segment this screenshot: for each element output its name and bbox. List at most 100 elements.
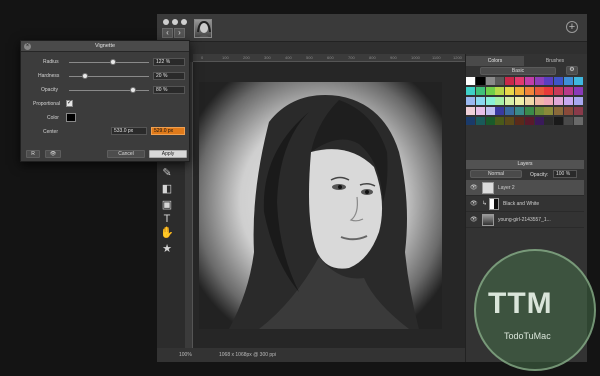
color-swatch[interactable] — [534, 77, 544, 85]
opacity-input[interactable]: 80 % — [153, 86, 185, 94]
color-swatch[interactable] — [524, 87, 534, 95]
color-swatch[interactable] — [466, 87, 475, 95]
color-swatch[interactable] — [495, 97, 505, 105]
color-swatch[interactable] — [564, 77, 573, 85]
center-y-input[interactable]: 529.0 px — [151, 127, 185, 135]
color-swatch[interactable] — [573, 107, 583, 115]
opacity-slider-knob[interactable] — [130, 87, 136, 93]
visibility-eye-icon[interactable]: 👁 — [470, 196, 478, 212]
color-swatch[interactable] — [534, 87, 544, 95]
window-minimize-dot[interactable] — [172, 19, 178, 25]
color-swatch[interactable] — [544, 107, 554, 115]
color-swatch[interactable] — [544, 117, 554, 125]
visibility-eye-icon[interactable]: 👁 — [470, 212, 478, 228]
color-swatch[interactable] — [485, 107, 495, 115]
color-swatch[interactable] — [515, 87, 524, 95]
radius-slider[interactable] — [69, 62, 149, 63]
color-swatch[interactable] — [485, 87, 495, 95]
color-swatch[interactable] — [485, 77, 495, 85]
color-well[interactable] — [66, 113, 76, 122]
visibility-eye-icon[interactable]: 👁 — [470, 180, 478, 196]
color-swatch[interactable] — [524, 97, 534, 105]
paint-bucket-icon[interactable]: ◧ — [160, 182, 174, 196]
color-swatch[interactable] — [573, 97, 583, 105]
layer-opacity-input[interactable]: 100 % — [553, 170, 577, 178]
layer-row-layer-2[interactable]: 👁 Layer 2 — [466, 180, 584, 196]
radius-input[interactable]: 122 % — [153, 58, 185, 66]
color-swatch[interactable] — [573, 77, 583, 85]
color-swatch[interactable] — [554, 87, 564, 95]
color-swatch[interactable] — [485, 97, 495, 105]
proportional-checkbox[interactable]: ✓ — [66, 100, 73, 107]
radius-slider-knob[interactable] — [110, 59, 116, 65]
color-swatch[interactable] — [524, 107, 534, 115]
color-swatch[interactable] — [534, 97, 544, 105]
color-swatch[interactable] — [466, 77, 475, 85]
tab-brushes[interactable]: Brushes — [526, 56, 584, 66]
color-swatch[interactable] — [475, 117, 485, 125]
color-swatch[interactable] — [544, 77, 554, 85]
color-swatch[interactable] — [544, 87, 554, 95]
opacity-slider[interactable] — [69, 90, 149, 91]
color-swatch[interactable] — [564, 107, 573, 115]
palette-settings-gear-icon[interactable]: ⚙ — [566, 66, 578, 75]
shape-star-icon[interactable]: ★ — [160, 242, 174, 256]
layer-row-black-and-white[interactable]: 👁 ↳ Black and White — [466, 196, 584, 212]
color-swatch[interactable] — [505, 117, 515, 125]
photo-canvas[interactable] — [199, 82, 442, 329]
add-document-button[interactable]: + — [566, 21, 578, 33]
color-swatch[interactable] — [554, 117, 564, 125]
zoom-level[interactable]: 100% — [179, 352, 192, 358]
tab-colors[interactable]: Colors — [466, 56, 524, 66]
color-swatch[interactable] — [534, 107, 544, 115]
color-swatch[interactable] — [505, 77, 515, 85]
apply-button[interactable]: Apply — [149, 150, 187, 158]
color-swatch[interactable] — [515, 77, 524, 85]
text-tool-icon[interactable]: T — [160, 212, 174, 226]
color-swatch[interactable] — [564, 97, 573, 105]
back-button[interactable]: ‹ — [162, 28, 173, 38]
cancel-button[interactable]: Cancel — [107, 150, 145, 158]
document-thumbnail[interactable] — [194, 19, 212, 38]
preview-eye-icon[interactable]: 👁 — [45, 150, 61, 158]
color-swatch[interactable] — [475, 97, 485, 105]
color-swatch[interactable] — [495, 77, 505, 85]
color-swatch[interactable] — [475, 77, 485, 85]
window-close-dot[interactable] — [163, 19, 169, 25]
hardness-slider[interactable] — [69, 76, 149, 77]
color-swatch[interactable] — [564, 117, 573, 125]
blend-mode-select[interactable]: Normal — [470, 170, 522, 178]
color-swatch[interactable] — [524, 77, 534, 85]
color-swatch[interactable] — [515, 97, 524, 105]
color-swatch[interactable] — [466, 107, 475, 115]
color-swatch[interactable] — [515, 117, 524, 125]
color-swatch[interactable] — [554, 107, 564, 115]
color-swatch[interactable] — [534, 117, 544, 125]
color-swatch[interactable] — [573, 117, 583, 125]
color-swatch[interactable] — [485, 117, 495, 125]
palette-select[interactable]: Basic — [480, 67, 556, 75]
color-swatch[interactable] — [505, 107, 515, 115]
color-swatch[interactable] — [564, 87, 573, 95]
color-swatch[interactable] — [495, 87, 505, 95]
color-swatch[interactable] — [554, 97, 564, 105]
color-swatch[interactable] — [573, 87, 583, 95]
color-swatch[interactable] — [475, 107, 485, 115]
color-swatch[interactable] — [554, 77, 564, 85]
color-swatch[interactable] — [505, 97, 515, 105]
color-swatch[interactable] — [524, 117, 534, 125]
center-x-input[interactable]: 533.0 px — [111, 127, 147, 135]
reset-button[interactable]: R — [26, 150, 40, 158]
color-swatch[interactable] — [475, 87, 485, 95]
layer-row-photo[interactable]: 👁 young-girl-2143557_1... — [466, 212, 584, 228]
window-zoom-dot[interactable] — [181, 19, 187, 25]
hand-tool-icon[interactable]: ✋ — [160, 226, 174, 240]
hardness-slider-knob[interactable] — [82, 73, 88, 79]
color-swatch[interactable] — [505, 87, 515, 95]
color-swatch[interactable] — [466, 117, 475, 125]
crop-tool-icon[interactable]: ▣ — [160, 198, 174, 212]
color-swatch[interactable] — [515, 107, 524, 115]
color-swatch[interactable] — [544, 97, 554, 105]
close-icon[interactable]: × — [24, 43, 31, 50]
hardness-input[interactable]: 20 % — [153, 72, 185, 80]
